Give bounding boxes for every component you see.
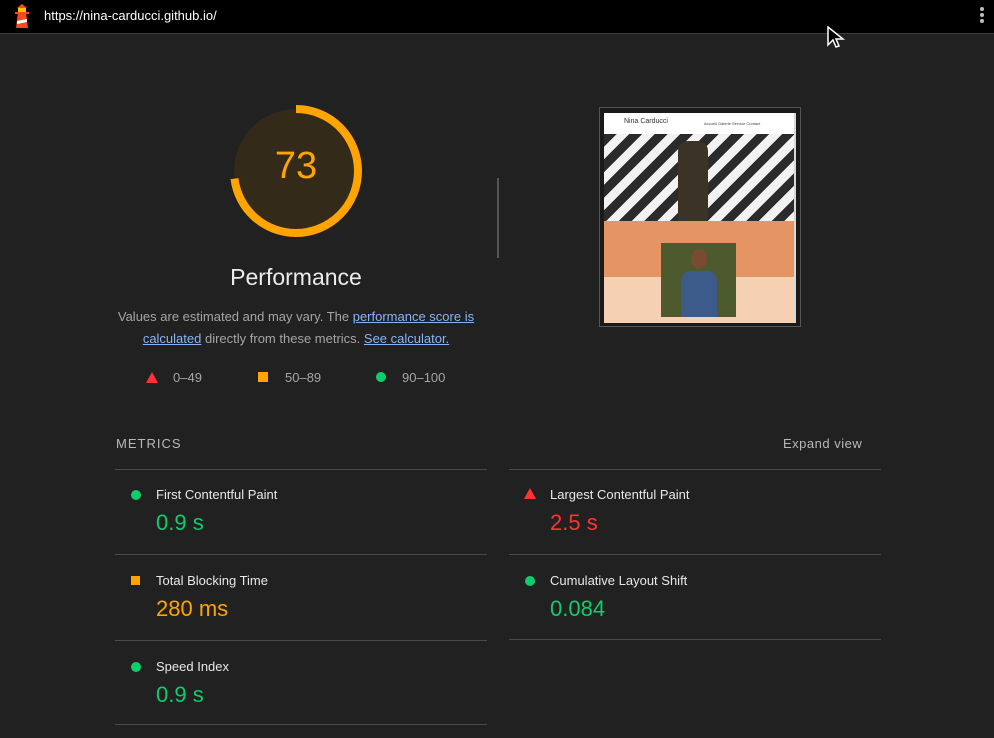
kebab-menu-icon[interactable] bbox=[978, 7, 986, 27]
metrics-divider bbox=[509, 639, 881, 640]
vertical-divider bbox=[497, 178, 499, 258]
desc-text-before: Values are estimated and may vary. The bbox=[117, 309, 353, 324]
legend-average: 50–89 bbox=[258, 370, 328, 386]
legend-fail: 0–49 bbox=[146, 370, 216, 386]
metric-value: 0.9 s bbox=[156, 510, 204, 535]
mouse-cursor-icon bbox=[827, 26, 846, 48]
thumbnail-portrait-photo bbox=[661, 243, 736, 317]
metric-title: Largest Contentful Paint bbox=[550, 487, 690, 502]
pass-circle-icon bbox=[131, 490, 141, 500]
average-square-icon bbox=[258, 372, 268, 382]
legend-pass-label: 90–100 bbox=[402, 370, 446, 385]
fail-triangle-icon bbox=[146, 372, 158, 383]
metric-title: First Contentful Paint bbox=[156, 487, 278, 502]
page-url: https://nina-carducci.github.io/ bbox=[44, 8, 217, 23]
metric-value: 2.5 s bbox=[550, 510, 598, 535]
metric-first-contentful-paint[interactable]: First Contentful Paint 0.9 s bbox=[115, 470, 487, 550]
pass-circle-icon bbox=[131, 662, 141, 672]
desc-text-middle: directly from these metrics. bbox=[201, 331, 364, 346]
metrics-divider bbox=[115, 554, 487, 555]
screenshot-thumbnail[interactable]: Nina Carducci Accueil Galerie Service Co… bbox=[604, 113, 796, 323]
metric-value: 0.9 s bbox=[156, 682, 204, 707]
performance-score: 73 bbox=[274, 145, 318, 187]
see-calculator-link[interactable]: See calculator. bbox=[364, 331, 449, 346]
average-square-icon bbox=[131, 576, 140, 585]
metric-title: Speed Index bbox=[156, 659, 230, 674]
thumbnail-navbar: Nina Carducci Accueil Galerie Service Co… bbox=[604, 113, 796, 134]
thumbnail-nav-links: Accueil Galerie Service Contact bbox=[704, 121, 761, 126]
metric-cumulative-layout-shift[interactable]: Cumulative Layout Shift 0.084 bbox=[509, 556, 881, 636]
metric-title: Total Blocking Time bbox=[156, 573, 268, 588]
metric-total-blocking-time[interactable]: Total Blocking Time 280 ms bbox=[115, 556, 487, 636]
metric-title: Cumulative Layout Shift bbox=[550, 573, 688, 588]
metrics-heading: METRICS bbox=[116, 436, 182, 451]
legend-pass: 90–100 bbox=[376, 370, 456, 386]
metric-speed-index[interactable]: Speed Index 0.9 s bbox=[115, 642, 487, 722]
thumbnail-scrollbar bbox=[794, 113, 796, 323]
thumbnail-site-name: Nina Carducci bbox=[624, 118, 668, 125]
pass-circle-icon bbox=[525, 576, 535, 586]
legend-fail-label: 0–49 bbox=[173, 370, 202, 385]
metrics-divider bbox=[115, 640, 487, 641]
metrics-divider bbox=[115, 724, 487, 725]
expand-view-button[interactable]: Expand view bbox=[783, 436, 862, 451]
metric-value: 0.084 bbox=[550, 596, 606, 621]
legend-average-label: 50–89 bbox=[285, 370, 322, 385]
gauge-title: Performance bbox=[230, 264, 362, 290]
pass-circle-icon bbox=[376, 372, 386, 382]
metric-largest-contentful-paint[interactable]: Largest Contentful Paint 2.5 s bbox=[509, 470, 881, 550]
thumbnail-hero-person bbox=[678, 141, 708, 221]
score-description: Values are estimated and may vary. The p… bbox=[116, 306, 476, 350]
metric-value: 280 ms bbox=[156, 596, 229, 621]
lighthouse-icon bbox=[15, 4, 29, 28]
metrics-divider bbox=[509, 554, 881, 555]
fail-triangle-icon bbox=[524, 488, 536, 499]
